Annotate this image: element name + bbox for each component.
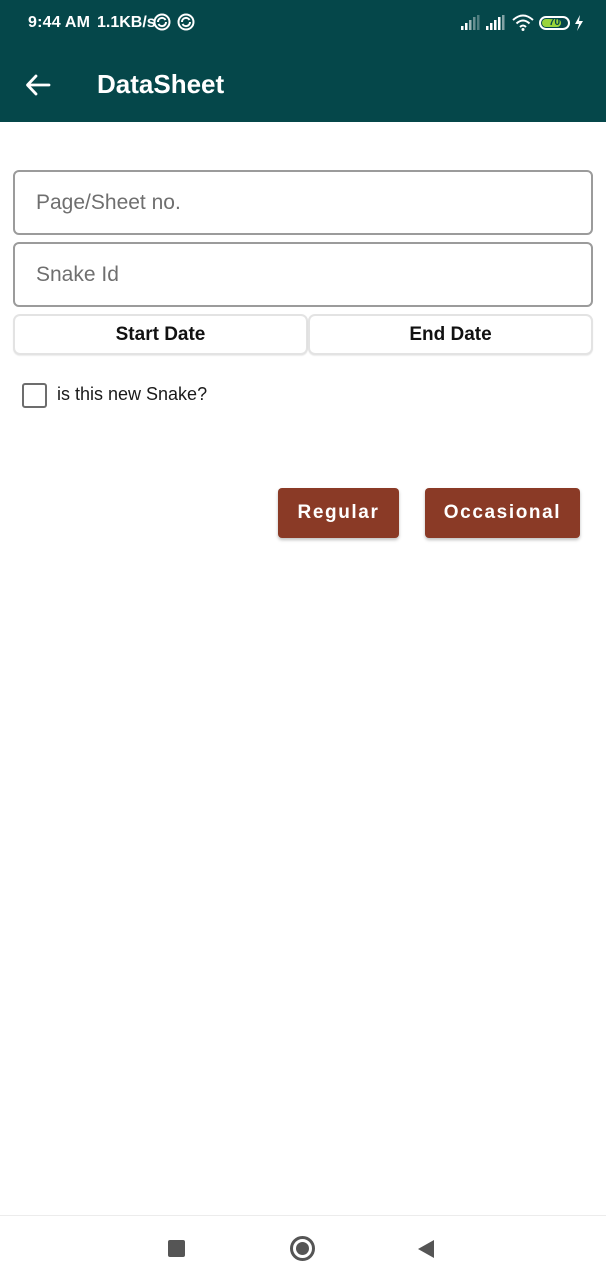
page-title: DataSheet — [97, 69, 225, 99]
recents-icon[interactable] — [168, 1240, 185, 1257]
status-bar: 9:44 AM 1.1KB/s 70 — [0, 0, 606, 48]
home-icon[interactable] — [290, 1236, 315, 1261]
sync-icon — [177, 13, 195, 36]
sync-icon — [153, 13, 171, 36]
occasional-button[interactable]: Occasional — [425, 488, 580, 538]
regular-button[interactable]: Regular — [278, 488, 399, 538]
battery-level: 70 — [548, 17, 561, 28]
snake-id-field[interactable] — [13, 242, 593, 307]
signal-icon — [461, 15, 481, 35]
start-date-button[interactable]: Start Date — [13, 314, 308, 355]
system-nav-bar — [0, 1215, 606, 1280]
page-sheet-no-field[interactable] — [13, 170, 593, 235]
snake-id-input[interactable] — [15, 244, 591, 305]
network-speed: 1.1KB/s — [97, 14, 156, 31]
page-sheet-no-input[interactable] — [15, 172, 591, 233]
charging-icon — [574, 15, 584, 36]
back-icon[interactable] — [417, 1239, 435, 1264]
battery-icon: 70 — [539, 16, 570, 30]
new-snake-label: is this new Snake? — [57, 384, 208, 404]
new-snake-checkbox[interactable] — [22, 383, 47, 408]
wifi-icon — [512, 14, 534, 36]
arrow-back-icon[interactable] — [22, 70, 54, 100]
end-date-button[interactable]: End Date — [308, 314, 593, 355]
status-time: 9:44 AM — [28, 14, 91, 31]
app-bar: 9:44 AM 1.1KB/s 70 DataSheet — [0, 0, 606, 122]
signal-icon — [486, 15, 506, 35]
